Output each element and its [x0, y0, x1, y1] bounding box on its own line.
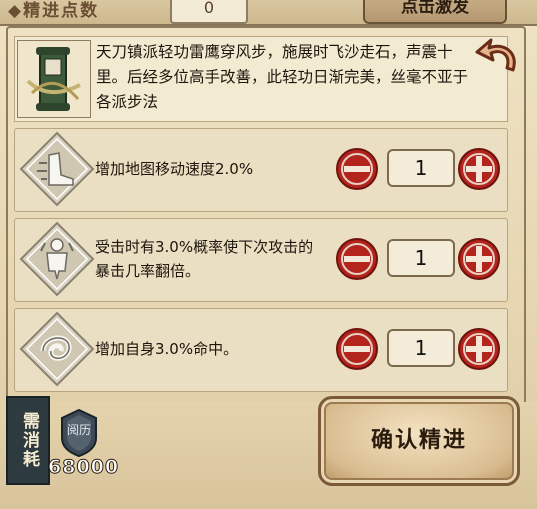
upgrade-row: 增加地图移动速度2.0% 1	[14, 128, 508, 212]
refine-points-value: 0	[170, 0, 248, 24]
currency-label: 阅历	[67, 423, 91, 437]
yueli-coin-icon: 阅历	[58, 408, 100, 458]
figure-icon	[19, 221, 95, 297]
cost-value: 68000	[47, 456, 120, 479]
upgrade-text: 增加自身3.0%命中。	[95, 340, 239, 358]
refine-points-label: ◆精进点数	[8, 1, 100, 21]
upgrade-row: 受击时有3.0%概率使下次攻击的暴击几率翻倍。 1	[14, 218, 508, 302]
plus-button[interactable]	[457, 327, 501, 371]
minus-button[interactable]	[335, 237, 379, 281]
activate-button[interactable]: 点击激发	[363, 0, 507, 24]
header-bar: ◆精进点数 0 点击激发	[0, 0, 537, 26]
plus-button[interactable]	[457, 237, 501, 281]
boot-icon	[19, 131, 95, 207]
cost-label: 需消耗	[6, 396, 50, 485]
scroll-icon	[17, 40, 91, 118]
count-field[interactable]: 1	[387, 149, 455, 187]
upgrade-text: 增加地图移动速度2.0%	[95, 160, 254, 178]
upgrade-row: 增加自身3.0%命中。 1	[14, 308, 508, 392]
plus-button[interactable]	[457, 147, 501, 191]
return-arrow-icon[interactable]	[473, 34, 523, 80]
upgrade-text: 受击时有3.0%概率使下次攻击的暴击几率翻倍。	[95, 238, 314, 280]
count-field[interactable]: 1	[387, 329, 455, 367]
count-field[interactable]: 1	[387, 239, 455, 277]
swirl-icon	[19, 311, 95, 387]
minus-button[interactable]	[335, 327, 379, 371]
skill-description: 天刀镇派轻功雷鹰穿风步，施展时飞沙走石，声震十里。后经多位高手改善，此轻功日渐完…	[96, 43, 469, 111]
minus-button[interactable]	[335, 147, 379, 191]
confirm-refine-button[interactable]: 确认精进	[318, 396, 520, 486]
